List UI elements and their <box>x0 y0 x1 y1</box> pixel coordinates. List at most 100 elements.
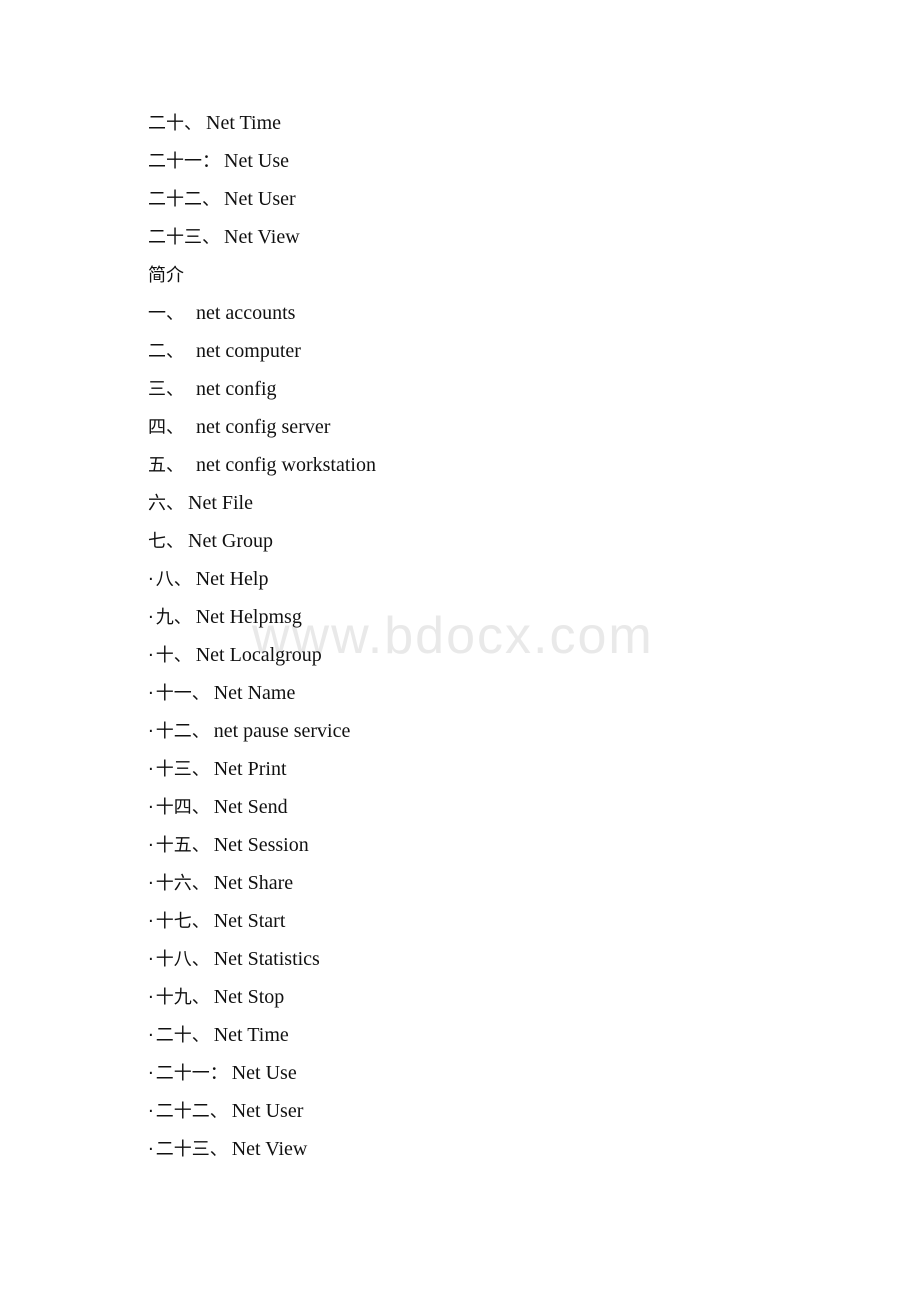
toc-main-item[interactable]: 五、 net config workstation <box>148 446 848 484</box>
list-item-label: Net Use <box>231 1062 297 1084</box>
list-item-label: net pause service <box>213 720 351 742</box>
list-item-number: 二十三、 <box>155 1139 228 1160</box>
list-item-number: 二十三、 <box>148 227 220 248</box>
list-item-label: Net User <box>231 1100 304 1122</box>
bullet-icon: · <box>148 1101 154 1122</box>
toc-top-list: 二十、 Net Time 二十一： Net Use 二十二、 Net User 二十三、 Ne… <box>148 104 848 256</box>
toc-main-item[interactable]: · 十一、 Net Name <box>148 674 848 712</box>
toc-main-item[interactable]: · 十四、 Net Send <box>148 788 848 826</box>
list-item-number: 一、 <box>148 303 184 324</box>
toc-main-item[interactable]: · 二十二、 Net User <box>148 1092 848 1130</box>
toc-main-item[interactable]: 一、 net accounts <box>148 294 848 332</box>
list-item-number: 三、 <box>148 379 184 400</box>
list-item-label: Net User <box>224 188 296 210</box>
list-item-label: Net View <box>224 226 300 248</box>
bullet-icon: · <box>148 759 154 780</box>
toc-main-item[interactable]: 七、 Net Group <box>148 522 848 560</box>
toc-top-item[interactable]: 二十三、 Net View <box>148 218 848 256</box>
toc-main-item[interactable]: · 二十一： Net Use <box>148 1054 848 1092</box>
toc-main-item[interactable]: 四、 net config server <box>148 408 848 446</box>
toc-main-item[interactable]: · 十、 Net Localgroup <box>148 636 848 674</box>
list-item-label: Net View <box>231 1138 308 1160</box>
bullet-icon: · <box>148 683 154 704</box>
bullet-icon: · <box>148 873 154 894</box>
list-item-number: 二十、 <box>155 1025 210 1046</box>
list-item-label: Net Session <box>213 834 309 856</box>
list-item-number: 十三、 <box>155 759 210 780</box>
list-item-label: Net Time <box>213 1024 289 1046</box>
toc-main-item[interactable]: · 二十、 Net Time <box>148 1016 848 1054</box>
document-page: www.bdocx.com 二十、 Net Time 二十一： Net Use 二十二、… <box>0 0 920 1302</box>
bullet-icon: · <box>148 835 154 856</box>
bullet-icon: · <box>148 987 154 1008</box>
list-item-number: 九、 <box>155 607 192 628</box>
list-item-label: Net Statistics <box>213 948 320 970</box>
list-item-label: Net File <box>188 492 253 514</box>
list-item-number: 二十二、 <box>148 189 220 210</box>
list-item-number: 七、 <box>148 531 184 552</box>
list-item-label: Net Send <box>213 796 288 818</box>
bullet-icon: · <box>148 911 154 932</box>
list-item-number: 二、 <box>148 341 184 362</box>
list-item-number: 二十、 <box>148 113 202 134</box>
toc-main-item[interactable]: 六、 Net File <box>148 484 848 522</box>
toc-top-item[interactable]: 二十二、 Net User <box>148 180 848 218</box>
toc-main-item[interactable]: · 九、 Net Helpmsg <box>148 598 848 636</box>
toc-top-item[interactable]: 二十、 Net Time <box>148 104 848 142</box>
list-item-number: 十九、 <box>155 987 210 1008</box>
bullet-icon: · <box>148 797 154 818</box>
section-heading-label: 简介 <box>148 265 184 286</box>
list-item-number: 十八、 <box>155 949 210 970</box>
list-item-number: 十四、 <box>155 797 210 818</box>
list-item-label: Net Name <box>213 682 296 704</box>
bullet-icon: · <box>148 607 154 628</box>
list-item-label: net computer <box>196 340 301 362</box>
list-item-number: 十六、 <box>155 873 210 894</box>
list-item-number: 十二、 <box>155 721 210 742</box>
toc-main-item[interactable]: · 十八、 Net Statistics <box>148 940 848 978</box>
list-item-label: net accounts <box>196 302 296 324</box>
list-item-number: 十、 <box>155 645 192 666</box>
list-item-number: 六、 <box>148 493 184 514</box>
list-item-number: 五、 <box>148 455 184 476</box>
list-item-label: Net Print <box>213 758 287 780</box>
list-item-label: Net Group <box>188 530 273 552</box>
toc-main-item[interactable]: · 二十三、 Net View <box>148 1130 848 1168</box>
toc-main-item[interactable]: · 十七、 Net Start <box>148 902 848 940</box>
list-item-number: 八、 <box>155 569 192 590</box>
list-item-label: net config <box>196 378 277 400</box>
bullet-icon: · <box>148 645 154 666</box>
list-item-label: Net Helpmsg <box>195 606 302 628</box>
list-item-label: Net Time <box>206 112 282 134</box>
list-item-label: Net Use <box>224 150 289 172</box>
toc-main-item[interactable]: · 十五、 Net Session <box>148 826 848 864</box>
list-item-label: Net Start <box>213 910 286 932</box>
bullet-icon: · <box>148 1063 154 1084</box>
document-content: 二十、 Net Time 二十一： Net Use 二十二、 Net User 二十三、 Ne… <box>148 104 848 1168</box>
bullet-icon: · <box>148 1139 154 1160</box>
toc-main-item[interactable]: · 十三、 Net Print <box>148 750 848 788</box>
toc-main-item[interactable]: · 十六、 Net Share <box>148 864 848 902</box>
toc-main-item[interactable]: 三、 net config <box>148 370 848 408</box>
list-item-label: net config server <box>196 416 331 438</box>
section-heading: 简介 <box>148 256 848 294</box>
list-item-number: 十七、 <box>155 911 210 932</box>
bullet-icon: · <box>148 1025 154 1046</box>
bullet-icon: · <box>148 569 154 590</box>
toc-main-item[interactable]: · 八、 Net Help <box>148 560 848 598</box>
toc-top-item[interactable]: 二十一： Net Use <box>148 142 848 180</box>
list-item-number: 二十一： <box>155 1063 228 1084</box>
list-item-number: 二十一： <box>148 151 220 172</box>
list-item-number: 十五、 <box>155 835 210 856</box>
toc-main-item[interactable]: · 十二、 net pause service <box>148 712 848 750</box>
toc-main-item[interactable]: 二、 net computer <box>148 332 848 370</box>
list-item-number: 四、 <box>148 417 184 438</box>
list-item-label: Net Share <box>213 872 294 894</box>
list-item-label: Net Help <box>195 568 269 590</box>
list-item-label: net config workstation <box>196 454 376 476</box>
list-item-number: 十一、 <box>155 683 210 704</box>
bullet-icon: · <box>148 721 154 742</box>
toc-main-item[interactable]: · 十九、 Net Stop <box>148 978 848 1016</box>
list-item-number: 二十二、 <box>155 1101 228 1122</box>
list-item-label: Net Stop <box>213 986 285 1008</box>
